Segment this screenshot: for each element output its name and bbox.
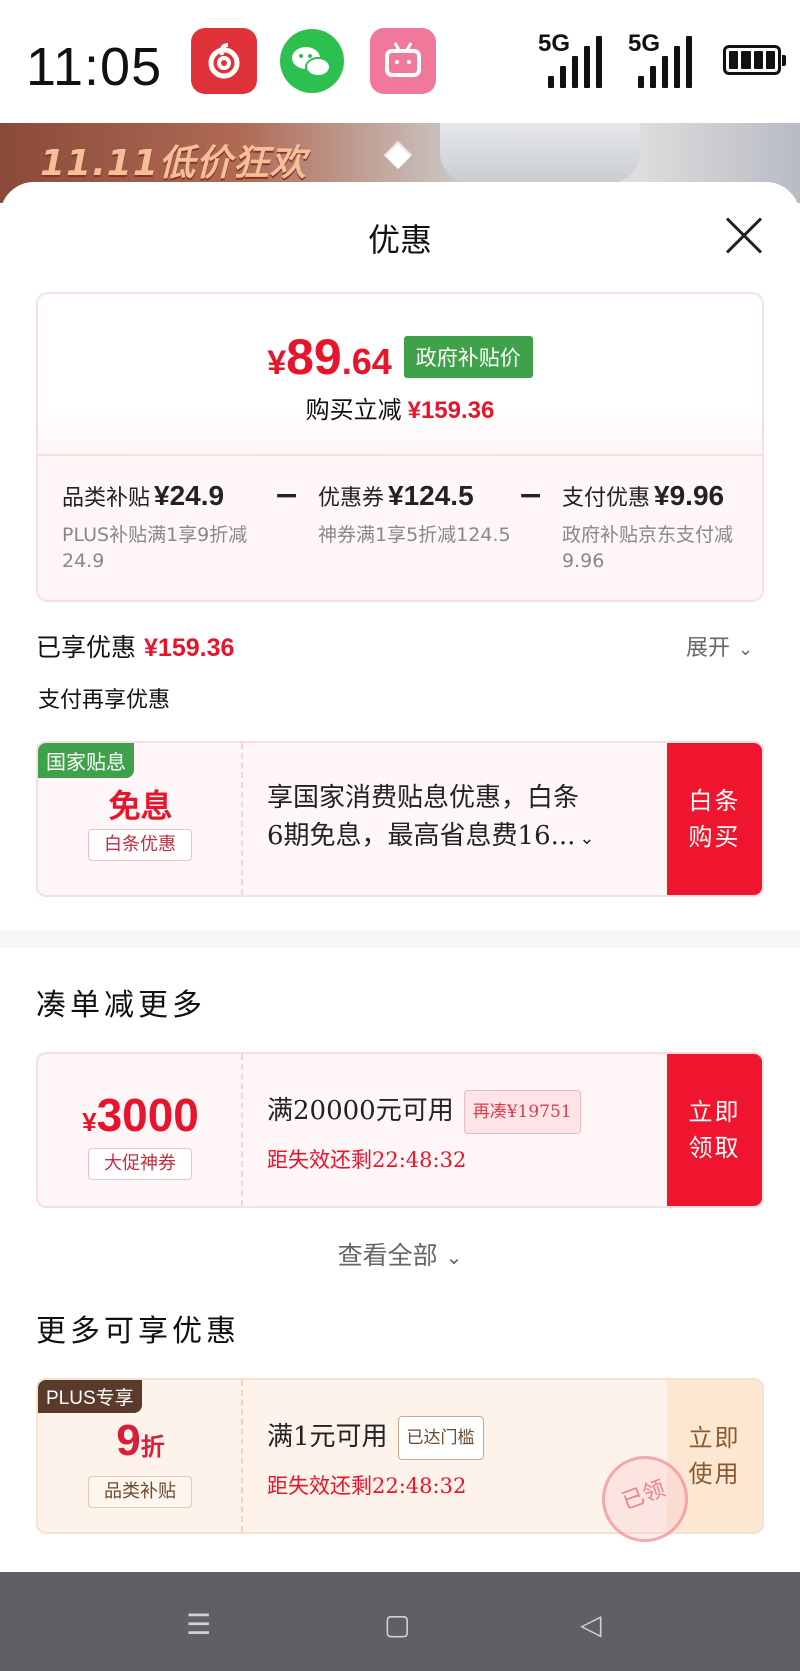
add-more-pill: 再凑¥19751 [463, 1090, 581, 1134]
breakdown-desc: 政府补贴京东支付减9.96 [562, 524, 734, 572]
breakdown-label: 品类补贴 [62, 486, 151, 511]
final-price: ¥89.64 [267, 328, 392, 386]
claim-coupon-button[interactable]: 立即领取 [667, 1054, 762, 1206]
expand-button[interactable]: 展开 ⌄ [686, 630, 753, 662]
national-subsidy-tag: 国家贴息 [38, 743, 134, 778]
enjoyed-discount: 已享优惠 ¥159.36 [36, 628, 234, 664]
expand-label: 展开 [686, 636, 731, 661]
baitiao-buy-label: 白条购买 [688, 787, 741, 851]
see-all-button[interactable]: 查看全部 ⌄ [0, 1236, 800, 1272]
home-icon[interactable]: ▢ [384, 1608, 410, 1641]
enjoyed-label: 已享优惠 [36, 633, 137, 662]
plus-sub-tag: 品类补贴 [88, 1476, 192, 1508]
threshold-reached-pill: 已达门槛 [397, 1416, 484, 1460]
coupon-left: PLUS专享 9折 品类补贴 [38, 1380, 243, 1532]
breakdown-desc: 神券满1享5折减124.5 [318, 524, 511, 546]
baitiao-desc-line2-wrap: 6期免息，最高省息费16... ⌄ [267, 817, 595, 858]
price-summary-card: ¥89.64 政府补贴价 购买立减 ¥159.36 品类补贴 ¥24.9 PLUS补… [36, 292, 764, 602]
breakdown-value: ¥124.5 [388, 480, 474, 511]
netease-music-icon [191, 28, 257, 94]
section-title-more: 凑单减更多 [36, 988, 206, 1023]
enjoyed-amount: ¥159.36 [144, 634, 235, 662]
clock: 11:05 [26, 37, 163, 97]
breakdown-desc: PLUS补贴满1享9折减24.9 [62, 524, 248, 572]
coupon-sub-tag: 大促神券 [88, 1148, 192, 1180]
see-all-label: 查看全部 [337, 1241, 438, 1270]
breakdown-payment: 支付优惠 ¥9.96 政府补贴京东支付减9.96 [562, 480, 762, 574]
coupon-mid: 满20000元可用 再凑¥19751 距失效还剩22:48:32 [243, 1054, 665, 1206]
coupon-amount-value: 3000 [96, 1089, 199, 1141]
plus-exclusive-tag: PLUS专享 [38, 1380, 142, 1413]
minus-sign: − [274, 478, 300, 513]
breakdown-value: ¥9.96 [654, 480, 725, 511]
currency-symbol: ¥ [82, 1107, 97, 1137]
baitiao-sub-tag: 白条优惠 [88, 829, 192, 861]
coupon-condition-row: 满20000元可用 再凑¥19751 [267, 1090, 581, 1134]
plus-condition-row: 满1元可用 已达门槛 [267, 1416, 484, 1460]
discount-unit: 折 [140, 1434, 165, 1461]
coupon-mid: 满1元可用 已达门槛 距失效还剩22:48:32 [243, 1380, 665, 1532]
discount-number: 9 [116, 1416, 141, 1465]
promo-text: 11.11低价狂欢 [40, 143, 307, 184]
price-integer: 89 [286, 329, 342, 385]
system-nav-bar: ☰ ▢ ◁ [0, 1572, 800, 1671]
close-icon[interactable] [724, 216, 764, 256]
claim-label: 立即领取 [688, 1098, 741, 1162]
status-bar: 11:05 5G 5G [0, 0, 800, 123]
discount-value: 9折 [38, 1416, 243, 1466]
reduce-amount: ¥159.36 [407, 397, 495, 424]
breakdown-value: ¥24.9 [154, 480, 225, 511]
coupon-mid: 享国家消费贴息优惠，白条 6期免息，最高省息费16... ⌄ [243, 743, 665, 895]
baitiao-desc-line2: 6期免息，最高省息费16... [267, 821, 576, 851]
minus-sign: − [518, 478, 544, 513]
breakdown-category: 品类补贴 ¥24.9 PLUS补贴满1享9折减24.9 [62, 480, 262, 574]
pay-more-label: 支付再享优惠 [38, 688, 171, 713]
bilibili-icon [370, 28, 436, 94]
section-title-enjoy: 更多可享优惠 [36, 1314, 240, 1349]
plus-expire: 距失效还剩22:48:32 [267, 1474, 467, 1498]
currency-symbol: ¥ [267, 344, 287, 382]
baitiao-buy-button[interactable]: 白条购买 [667, 743, 762, 895]
sheet-title: 优惠 [367, 221, 432, 259]
product-image [440, 123, 640, 183]
coupon-left: 国家贴息 免息 白条优惠 [38, 743, 243, 895]
reduce-label: 购买立减 [305, 396, 402, 424]
gov-subsidy-badge: 政府补贴价 [403, 336, 533, 378]
breakdown-label: 优惠券 [318, 486, 385, 511]
signal-5g-icon: 5G [538, 30, 608, 92]
breakdown-label: 支付优惠 [562, 486, 651, 511]
section-divider [0, 930, 800, 948]
baitiao-coupon-card[interactable]: 国家贴息 免息 白条优惠 享国家消费贴息优惠，白条 6期免息，最高省息费16..… [36, 741, 764, 897]
coupon-expire: 距失效还剩22:48:32 [267, 1148, 467, 1172]
menu-icon[interactable]: ☰ [186, 1608, 211, 1641]
chevron-down-icon[interactable]: ⌄ [579, 828, 594, 849]
wechat-icon [279, 28, 345, 94]
final-price-row: ¥89.64 政府补贴价 [38, 328, 762, 386]
interest-free-label: 免息 [108, 787, 173, 825]
coupon-left: ¥3000 大促神券 [38, 1054, 243, 1206]
chevron-down-icon: ⌄ [738, 639, 754, 660]
reduce-row: 购买立减 ¥159.36 [38, 390, 762, 425]
chevron-down-icon: ⌄ [445, 1245, 463, 1269]
summary-top: ¥89.64 政府补贴价 购买立减 ¥159.36 [38, 294, 762, 454]
coupon-amount: ¥3000 [38, 1088, 243, 1142]
back-icon[interactable]: ◁ [580, 1608, 602, 1641]
battery-icon [723, 45, 786, 75]
mega-coupon-card[interactable]: ¥3000 大促神券 满20000元可用 再凑¥19751 距失效还剩22:48:… [36, 1052, 764, 1208]
breakdown-area: 品类补贴 ¥24.9 PLUS补贴满1享9折减24.9 − 优惠券 ¥124.5 神… [38, 454, 762, 600]
plus-condition: 满1元可用 [267, 1422, 388, 1452]
breakdown-coupon: 优惠券 ¥124.5 神券满1享5折减124.5 [318, 480, 518, 548]
baitiao-desc-line1: 享国家消费贴息优惠，白条 [267, 783, 580, 813]
use-label: 立即使用 [688, 1424, 741, 1488]
coupon-condition: 满20000元可用 [267, 1096, 454, 1126]
price-decimal: .64 [341, 341, 392, 382]
signal-5g-icon: 5G [628, 30, 698, 92]
